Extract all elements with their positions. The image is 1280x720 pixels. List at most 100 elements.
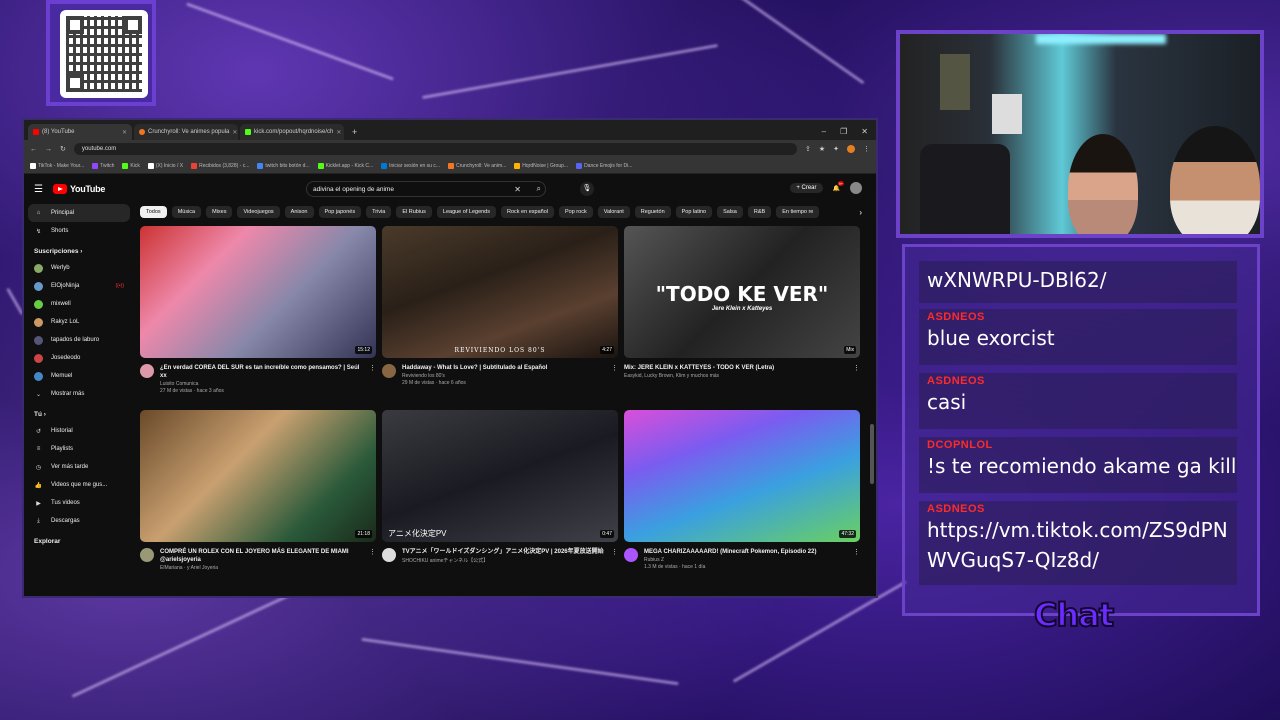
maximize-icon[interactable]: ❐ (840, 127, 847, 136)
chip[interactable]: Pop latino (675, 206, 713, 218)
sidebar-item-principal[interactable]: ⌂ Principal (28, 204, 130, 222)
chip[interactable]: Mixes (206, 206, 233, 218)
video-card[interactable]: REVIVIENDO LOS 80'S 4:27 Haddaway - What… (382, 226, 618, 394)
sidebar-item-sub[interactable]: Rakyz LoL (24, 313, 134, 331)
minimize-icon[interactable]: – (822, 127, 826, 136)
video-thumbnail[interactable]: 15:12 (140, 226, 376, 358)
show-more-button[interactable]: ⌄ Mostrar más (24, 385, 134, 403)
tab-youtube[interactable]: (8) YouTube ✕ (28, 124, 132, 140)
tab-crunchyroll[interactable]: Crunchyroll: Ve animes popula ✕ (134, 124, 238, 140)
sidebar-item-sub[interactable]: tapados de laburo (24, 331, 134, 349)
video-thumbnail[interactable]: REVIVIENDO LOS 80'S 4:27 (382, 226, 618, 358)
chip[interactable]: Pop rock (558, 206, 593, 218)
channel-avatar[interactable] (140, 364, 154, 378)
chip[interactable]: Salsa (717, 206, 743, 218)
sidebar-item-sub[interactable]: Werlyb (24, 259, 134, 277)
video-card[interactable]: 47:32 MEGA CHARIZAAAAARD! (Minecraft Pok… (624, 410, 860, 571)
channel-name[interactable]: Reviviendo los 80's (402, 373, 547, 379)
video-card[interactable]: 21:18 COMPRÉ UN ROLEX CON EL JOYERO MÁS … (140, 410, 376, 571)
you-heading[interactable]: Tú › (24, 403, 134, 422)
create-button[interactable]: + Crear (790, 183, 823, 193)
video-thumbnail[interactable]: アニメ化決定PV 0:47 (382, 410, 618, 543)
menu-icon[interactable]: ⋮ (863, 145, 870, 153)
more-options-icon[interactable]: ⋮ (369, 364, 376, 394)
chip[interactable]: Videojuegos (237, 206, 280, 218)
reload-icon[interactable]: ↻ (60, 145, 66, 153)
clear-search-icon[interactable]: ✕ (514, 185, 521, 194)
share-icon[interactable]: ⇪ (805, 145, 811, 153)
sidebar-item-historial[interactable]: ↺ Historial (24, 422, 134, 440)
sidebar-item-sub[interactable]: ElOjoNinja ((•)) (24, 277, 134, 295)
video-thumbnail[interactable]: "TODO KE VER" Jere Klein x Katteyes Mix (624, 226, 860, 358)
more-options-icon[interactable]: ⋮ (853, 548, 860, 570)
video-card[interactable]: アニメ化決定PV 0:47 TVアニメ「ワールドイズダンシング」アニメ化決定PV… (382, 410, 618, 571)
tab-kick[interactable]: kick.com/popout/hqrdnoise/ch ✕ (240, 124, 344, 140)
bookmark-item[interactable]: Dance Emojis for Di... (576, 162, 632, 169)
chip[interactable]: Reguetón (634, 206, 671, 218)
bookmark-item[interactable]: Twitch (92, 162, 114, 169)
channel-avatar[interactable] (382, 548, 396, 563)
channel-avatar[interactable] (624, 548, 638, 563)
avatar[interactable] (850, 182, 862, 194)
sidebar-item-liked[interactable]: 👍 Videos que me gus... (24, 476, 134, 494)
bookmark-item[interactable]: HqrdNoise | Group... (514, 162, 568, 169)
subscriptions-heading[interactable]: Suscripciones › (24, 240, 134, 259)
close-tab-icon[interactable]: ✕ (232, 129, 237, 136)
chip[interactable]: Trivia (366, 206, 392, 218)
sidebar-item-downloads[interactable]: ⤓ Descargas (24, 512, 134, 530)
sidebar-item-sub[interactable]: mixwell (24, 295, 134, 313)
channel-name[interactable]: Easykid, Lucky Brown, Klim y muchos más (624, 373, 774, 379)
chip[interactable]: El Rubius (396, 206, 432, 218)
video-thumbnail[interactable]: 21:18 (140, 410, 376, 543)
bookmark-item[interactable]: twitch bits botón d... (257, 162, 310, 169)
chip[interactable]: Valorant (597, 206, 630, 218)
sidebar-item-playlists[interactable]: ≡ Playlists (24, 440, 134, 458)
youtube-logo[interactable]: YouTube (52, 184, 105, 194)
profile-icon[interactable] (847, 145, 855, 153)
close-tab-icon[interactable]: ✕ (336, 129, 341, 136)
microphone-icon[interactable]: 🎙 (580, 182, 594, 196)
search-input[interactable]: adivina el opening de anime ✕ ⌕ (306, 181, 546, 197)
channel-name[interactable]: Luisito Comunica (160, 381, 363, 387)
video-thumbnail[interactable]: 47:32 (624, 410, 860, 543)
video-title[interactable]: COMPRÉ UN ROLEX CON EL JOYERO MÁS ELEGAN… (160, 548, 363, 564)
chip[interactable]: R&B (747, 206, 772, 218)
scrollbar[interactable] (870, 424, 874, 484)
close-window-icon[interactable]: ✕ (861, 127, 868, 136)
bookmark-item[interactable]: Iniciar sesión en su c... (381, 162, 440, 169)
forward-icon[interactable]: → (45, 146, 52, 153)
more-options-icon[interactable]: ⋮ (853, 364, 860, 379)
notifications-bell-icon[interactable]: 🔔 9+ (833, 180, 845, 192)
chip[interactable]: Pop japonés (318, 206, 362, 218)
channel-name[interactable]: Rubius Z (644, 557, 816, 563)
more-options-icon[interactable]: ⋮ (369, 548, 376, 571)
channel-avatar[interactable] (140, 548, 154, 563)
sidebar-item-your-videos[interactable]: ▶ Tus videos (24, 494, 134, 512)
bookmark-item[interactable]: Kick (122, 162, 140, 169)
bookmark-item[interactable]: Kicklet.app - Kick C... (317, 162, 373, 169)
video-title[interactable]: MEGA CHARIZAAAAARD! (Minecraft Pokemon, … (644, 548, 816, 556)
bookmark-star-icon[interactable]: ★ (819, 145, 825, 153)
sidebar-item-sub[interactable]: Memuel (24, 367, 134, 385)
channel-name[interactable]: SHOCHIKU animeチャンネル【公式】 (402, 557, 604, 564)
more-options-icon[interactable]: ⋮ (611, 548, 618, 564)
chevron-right-icon[interactable]: › (859, 208, 862, 217)
bookmark-item[interactable]: TikTok - Make Your... (30, 162, 84, 169)
chip[interactable]: Rock en español (501, 206, 554, 218)
bookmark-item[interactable]: Crunchyroll: Ve anim... (447, 162, 506, 169)
hamburger-menu-icon[interactable]: ☰ (34, 184, 43, 195)
chip[interactable]: Anison (284, 206, 314, 218)
channel-name[interactable]: ElMariana · y Ariel Joyeria (160, 565, 363, 571)
url-field[interactable]: youtube.com (73, 143, 797, 155)
chip[interactable]: En tiempo re (776, 206, 820, 218)
video-title[interactable]: TVアニメ「ワールドイズダンシング」アニメ化決定PV | 2026年夏放送開始 (402, 548, 604, 556)
channel-avatar[interactable] (382, 364, 396, 378)
sidebar-item-sub[interactable]: Josedeodo (24, 349, 134, 367)
bookmark-item[interactable]: (X) Inicio / X (147, 162, 183, 169)
bookmark-item[interactable]: Recibidos (3,828) - c... (191, 162, 249, 169)
sidebar-item-shorts[interactable]: ↯ Shorts (24, 222, 134, 240)
close-tab-icon[interactable]: ✕ (122, 129, 127, 136)
more-options-icon[interactable]: ⋮ (611, 364, 618, 386)
video-title[interactable]: Mix: JERE KLEIN x KATTEYES - TODO K VER … (624, 364, 774, 372)
video-title[interactable]: ¿En verdad COREA DEL SUR es tan increíbl… (160, 364, 363, 380)
